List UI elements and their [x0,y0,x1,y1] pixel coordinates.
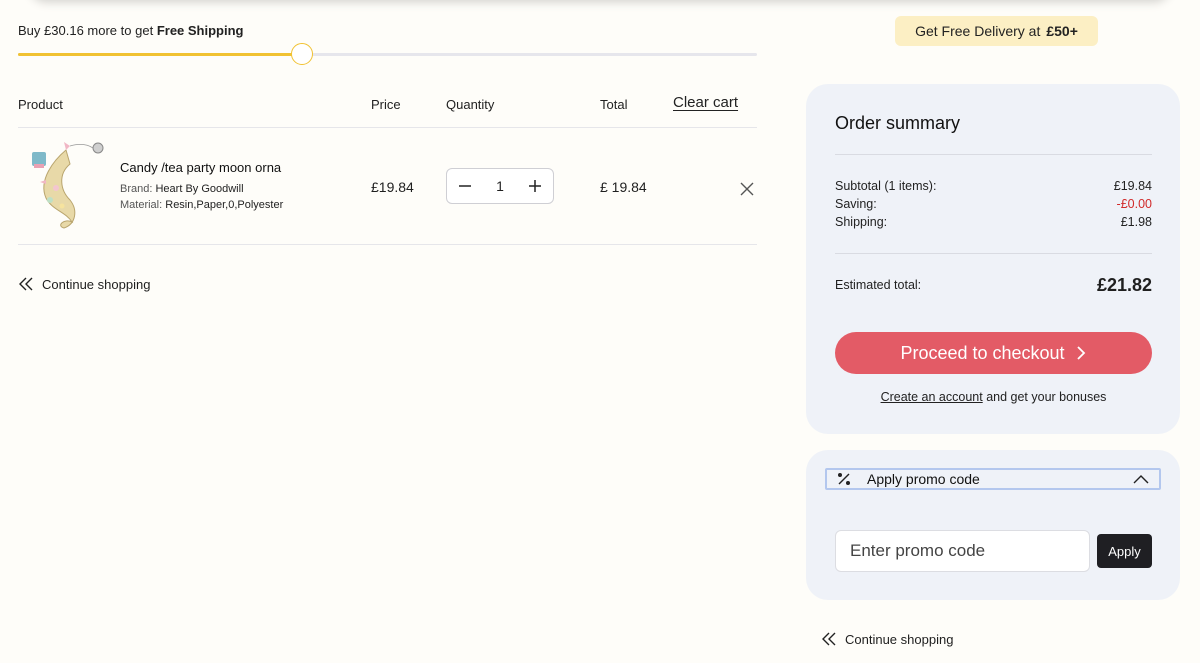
remove-item-button[interactable] [740,182,754,196]
promo-title: Apply promo code [867,471,980,487]
free-shipping-message: Buy £30.16 more to get Free Shipping [18,23,243,38]
subtotal-value: £19.84 [1113,179,1152,193]
continue-shopping-link[interactable]: Continue shopping [18,276,150,292]
shipping-progress-knob [290,43,313,65]
estimated-total-label: Estimated total: [835,278,922,292]
item-divider [18,244,757,245]
minus-icon [459,185,471,187]
decrease-quantity-button[interactable] [457,178,473,194]
create-account-link[interactable]: Create an account [881,390,983,404]
product-name[interactable]: Candy /tea party moon orna [120,160,285,175]
shipping-row: Shipping: £1.98 [835,215,1152,229]
saving-label: Saving: [835,197,877,211]
account-suffix: and get your bonuses [986,390,1107,404]
continue-shopping-link-bottom[interactable]: Continue shopping [821,631,953,647]
chevron-up-icon [1133,475,1149,484]
brand-label: Brand: [120,183,153,195]
double-chevron-left-icon [19,277,33,291]
product-brand: Brand: Heart By Goodwill [120,183,285,195]
continue-shopping-label: Continue shopping [845,631,954,647]
saving-row: Saving: -£0.00 [835,197,1152,211]
summary-divider [835,253,1152,254]
material-label: Material: [120,199,163,211]
item-total: £ 19.84 [600,179,647,195]
free-delivery-badge: Get Free Delivery at £50+ [895,16,1098,46]
quantity-value[interactable]: 1 [496,178,504,194]
table-divider [18,127,757,128]
header-total: Total [600,97,628,112]
subtotal-label: Subtotal (1 items): [835,179,937,193]
badge-text: Get Free Delivery at [915,23,1041,39]
promo-code-toggle[interactable]: Apply promo code [825,468,1161,490]
apply-promo-button[interactable]: Apply [1097,534,1152,568]
order-summary-title: Order summary [835,113,961,133]
shipping-progress-bar [18,43,757,65]
order-summary-card [806,84,1180,434]
header-quantity: Quantity [446,97,495,112]
plus-icon [528,180,541,192]
brand-value: Heart By Goodwill [155,183,244,195]
increase-quantity-button[interactable] [527,178,543,194]
close-icon [740,182,754,196]
item-price: £19.84 [371,179,414,195]
estimated-total-value: £21.82 [1096,275,1152,295]
create-account-line: Create an account and get your bonuses [835,390,1152,404]
shipping-value: £1.98 [1120,215,1152,229]
proceed-to-checkout-button[interactable]: Proceed to checkout [835,332,1152,374]
continue-shopping-label: Continue shopping [42,276,151,292]
percent-icon [838,473,850,485]
clear-cart-link[interactable]: Clear cart [673,94,738,111]
subtotal-row: Subtotal (1 items): £19.84 [835,179,1152,193]
shipping-progress-fill [18,53,302,56]
promo-code-input[interactable] [835,530,1090,572]
chevron-right-icon [1076,346,1085,360]
checkout-label: Proceed to checkout [900,342,1065,363]
shipping-amount: £30.16 [44,23,84,38]
product-material: Material: Resin,Paper,0,Polyester [120,199,285,211]
header-product: Product [18,97,63,112]
shipping-bold: Free Shipping [156,23,244,38]
shipping-middle: more to get [87,23,154,38]
shipping-label: Shipping: [835,215,888,229]
badge-amount: £50+ [1046,23,1078,39]
product-image[interactable] [26,140,106,230]
material-value: Resin,Paper,0,Polyester [165,199,284,211]
summary-divider [835,154,1152,155]
header-price: Price [371,97,401,112]
shipping-prefix: Buy [18,23,41,38]
double-chevron-left-icon [822,632,836,646]
quantity-stepper: 1 [446,168,554,204]
saving-value: -£0.00 [1116,197,1152,211]
